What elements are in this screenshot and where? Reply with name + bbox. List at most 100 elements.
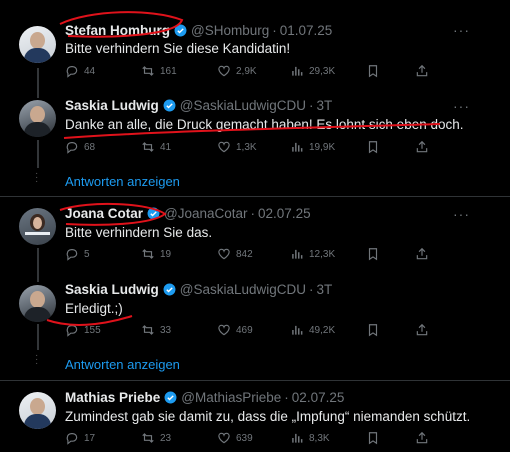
repost-count: 23: [160, 432, 172, 444]
share-button[interactable]: [415, 247, 434, 261]
heart-icon: [218, 248, 230, 260]
share-button[interactable]: [415, 140, 434, 154]
post-date[interactable]: 3T: [317, 282, 333, 297]
like-count: 469: [236, 324, 253, 336]
views-button[interactable]: 19,9K: [290, 140, 335, 154]
post-date[interactable]: 02.07.25: [292, 390, 345, 405]
share-button[interactable]: [415, 323, 434, 337]
bookmark-button[interactable]: [366, 140, 385, 154]
like-count: 1,3K: [236, 141, 257, 153]
share-button[interactable]: [415, 64, 434, 78]
reply-button[interactable]: 155: [65, 323, 101, 337]
tweet[interactable]: Joana Cotar @JoanaCotar · 02.07.25 ··· B…: [0, 204, 510, 274]
action-bar: 68 41 1,3K 19,9K: [65, 140, 445, 156]
reply-button[interactable]: 68: [65, 140, 95, 154]
author-name[interactable]: Stefan Homburg: [65, 23, 170, 38]
author-handle[interactable]: @SHomburg: [191, 23, 269, 38]
like-button[interactable]: 842: [217, 247, 253, 261]
views-chart-icon: [292, 142, 303, 152]
separator: [0, 380, 510, 381]
bookmark-button[interactable]: [366, 431, 385, 445]
reply-icon: [66, 325, 78, 337]
bookmark-button[interactable]: [366, 323, 385, 337]
avatar[interactable]: [19, 208, 56, 245]
separator: [0, 196, 510, 197]
share-button[interactable]: [415, 431, 434, 445]
views-button[interactable]: 29,3K: [290, 64, 335, 78]
heart-icon: [218, 432, 230, 444]
bookmark-icon: [368, 432, 378, 445]
like-button[interactable]: 469: [217, 323, 253, 337]
bookmark-icon: [368, 65, 378, 78]
verified-badge-icon: [163, 99, 176, 112]
action-bar: 17 23 639 8,3K: [65, 431, 445, 447]
heart-icon: [218, 324, 230, 336]
more-options-icon[interactable]: ···: [453, 98, 470, 114]
repost-icon: [142, 325, 154, 335]
reply-count: 5: [84, 248, 90, 260]
verified-badge-icon: [147, 207, 160, 220]
like-button[interactable]: 2,9K: [217, 64, 257, 78]
avatar[interactable]: [19, 26, 56, 63]
reply-icon: [66, 433, 78, 445]
like-count: 842: [236, 248, 253, 260]
view-count: 8,3K: [309, 432, 330, 444]
avatar[interactable]: [19, 392, 56, 429]
reply-count: 44: [84, 65, 96, 77]
reply-count: 68: [84, 141, 96, 153]
more-options-icon[interactable]: ···: [453, 206, 470, 222]
views-button[interactable]: 12,3K: [290, 247, 335, 261]
author-name[interactable]: Saskia Ludwig: [65, 98, 159, 113]
author-handle[interactable]: @SaskiaLudwigCDU: [180, 98, 306, 113]
views-button[interactable]: 8,3K: [290, 431, 330, 445]
action-bar: 155 33 469 49,2K: [65, 323, 445, 339]
repost-icon: [142, 433, 154, 443]
tweet[interactable]: Stefan Homburg @SHomburg · 01.07.25 ··· …: [0, 0, 510, 90]
like-button[interactable]: 639: [217, 431, 253, 445]
reply-count: 17: [84, 432, 96, 444]
tweet-text: Bitte verhindern Sie das.: [65, 225, 213, 240]
bookmark-button[interactable]: [366, 64, 385, 78]
show-replies-link[interactable]: Antworten anzeigen: [65, 174, 180, 189]
post-date[interactable]: 02.07.25: [258, 206, 311, 221]
bookmark-icon: [368, 248, 378, 261]
view-count: 49,2K: [309, 324, 336, 336]
author-handle[interactable]: @MathiasPriebe: [181, 390, 281, 405]
tweet-text: Erledigt.;): [65, 301, 123, 316]
author-handle[interactable]: @SaskiaLudwigCDU: [180, 282, 306, 297]
author-name[interactable]: Mathias Priebe: [65, 390, 160, 405]
repost-button[interactable]: 161: [141, 64, 177, 78]
view-count: 19,9K: [309, 141, 336, 153]
repost-button[interactable]: 33: [141, 323, 171, 337]
bookmark-icon: [368, 141, 378, 154]
reply-button[interactable]: 44: [65, 64, 95, 78]
heart-icon: [218, 65, 230, 77]
repost-count: 33: [160, 324, 172, 336]
views-chart-icon: [292, 249, 303, 259]
avatar[interactable]: [19, 285, 56, 322]
tweet[interactable]: Saskia Ludwig @SaskiaLudwigCDU · 3T ··· …: [0, 96, 510, 166]
thread-gap-dots: · · ·: [35, 168, 39, 187]
reply-button[interactable]: 17: [65, 431, 95, 445]
reply-button[interactable]: 5: [65, 247, 90, 261]
author-handle[interactable]: @JoanaCotar: [164, 206, 248, 221]
tweet-text: Danke an alle, die Druck gemacht haben! …: [65, 117, 464, 132]
avatar[interactable]: [19, 100, 56, 137]
repost-count: 19: [160, 248, 172, 260]
show-replies-link[interactable]: Antworten anzeigen: [65, 357, 180, 372]
tweet[interactable]: Saskia Ludwig @SaskiaLudwigCDU · 3T Erle…: [0, 281, 510, 351]
more-options-icon[interactable]: ···: [453, 22, 470, 38]
author-name[interactable]: Saskia Ludwig: [65, 282, 159, 297]
tweet[interactable]: Mathias Priebe @MathiasPriebe · 02.07.25…: [0, 388, 510, 452]
author-name[interactable]: Joana Cotar: [65, 206, 143, 221]
bookmark-button[interactable]: [366, 247, 385, 261]
repost-button[interactable]: 23: [141, 431, 171, 445]
repost-button[interactable]: 41: [141, 140, 171, 154]
post-date[interactable]: 01.07.25: [280, 23, 333, 38]
views-button[interactable]: 49,2K: [290, 323, 335, 337]
like-button[interactable]: 1,3K: [217, 140, 257, 154]
repost-button[interactable]: 19: [141, 247, 171, 261]
like-count: 639: [236, 432, 253, 444]
post-date[interactable]: 3T: [317, 98, 333, 113]
repost-count: 41: [160, 141, 172, 153]
